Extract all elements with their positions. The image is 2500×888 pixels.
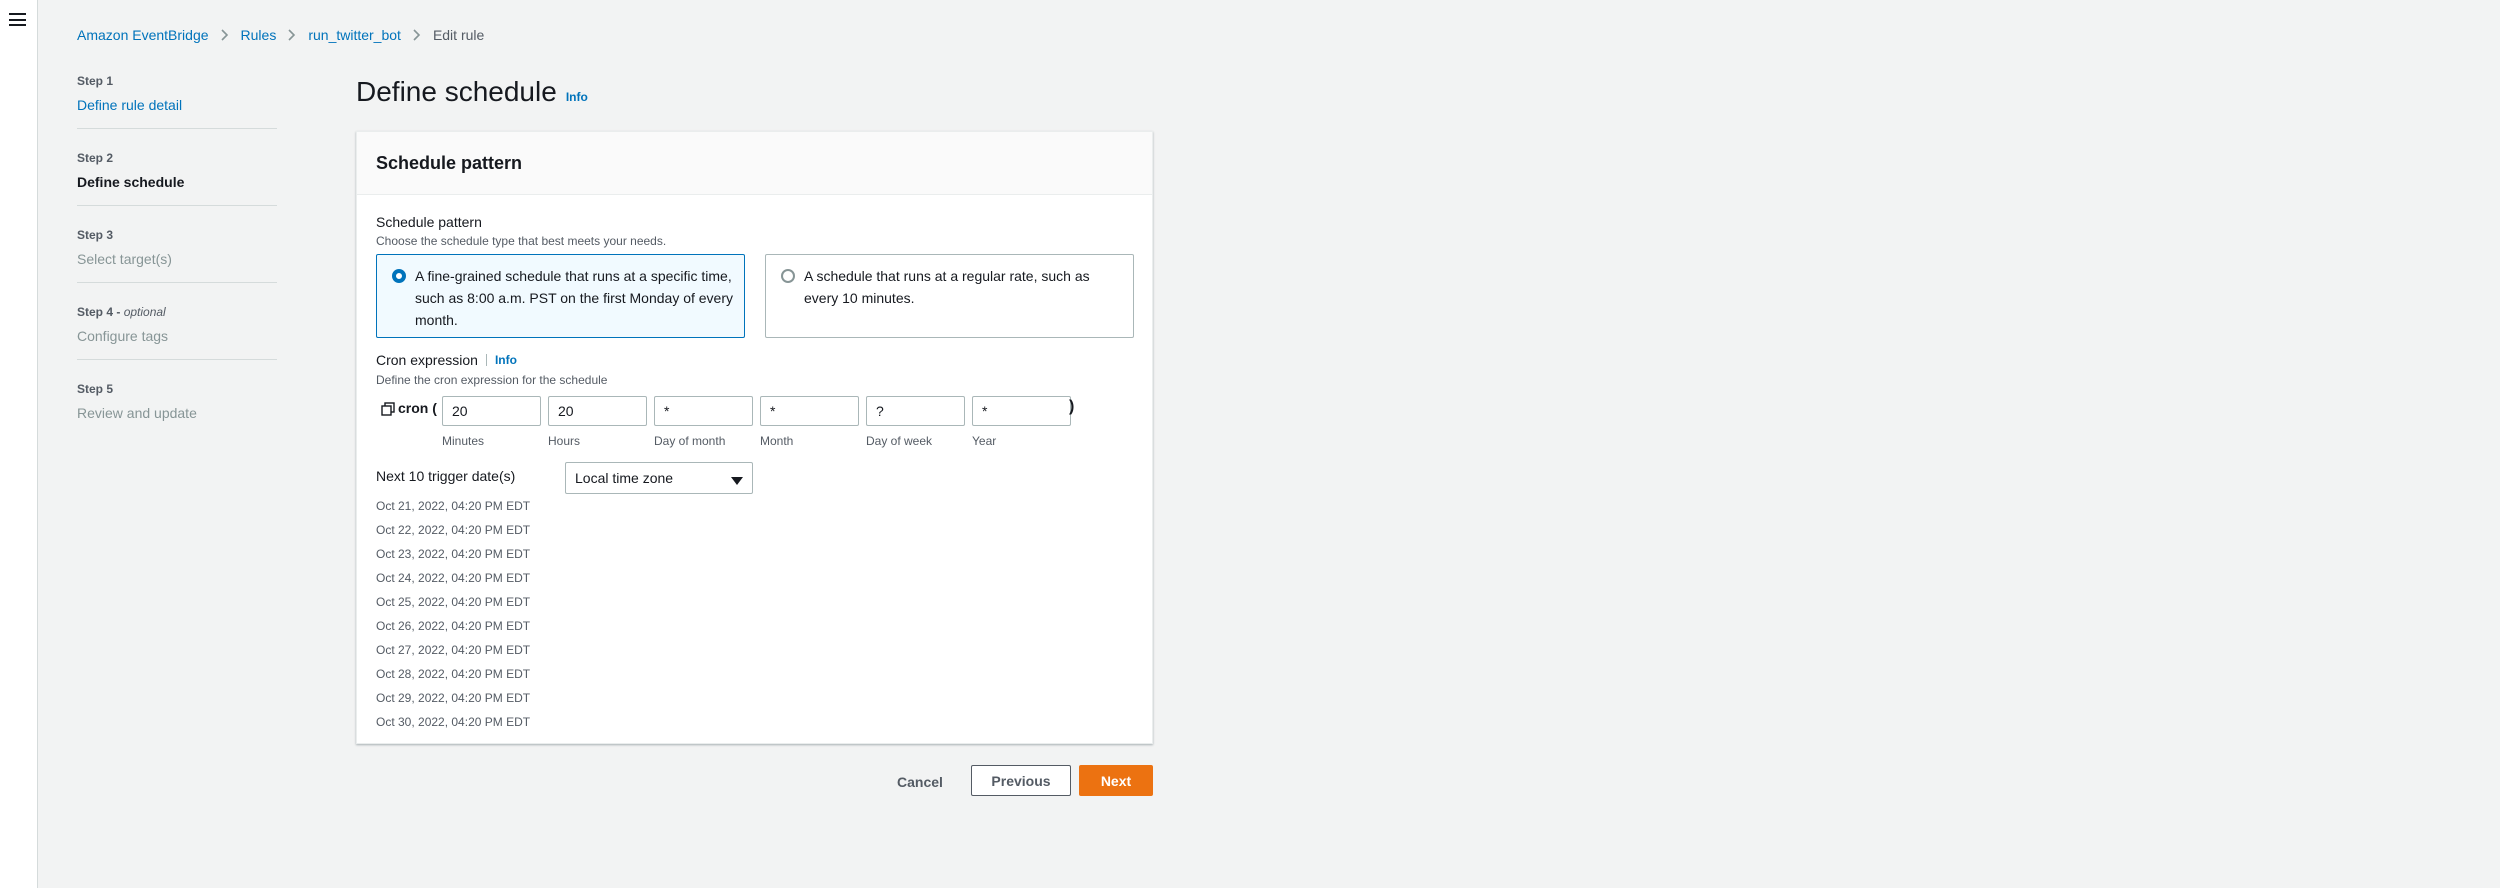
step-current-define-schedule: Define schedule xyxy=(77,174,185,190)
cron-info-link[interactable]: Info xyxy=(495,353,517,367)
cron-expression-label: Cron expression xyxy=(376,352,478,368)
cron-caption-year: Year xyxy=(972,434,997,448)
trigger-date: Oct 25, 2022, 04:20 PM EDT xyxy=(376,595,531,609)
trigger-date: Oct 22, 2022, 04:20 PM EDT xyxy=(376,523,531,537)
step-link-define-rule-detail[interactable]: Define rule detail xyxy=(77,97,277,113)
page-title: Define schedule Info xyxy=(356,74,588,110)
step-number: Step 1 xyxy=(77,74,114,88)
step-number: Step 2 xyxy=(77,151,114,165)
step-configure-tags: Configure tags xyxy=(77,328,169,344)
breadcrumb: Amazon EventBridge Rules run_twitter_bot… xyxy=(77,27,484,43)
breadcrumb-eventbridge[interactable]: Amazon EventBridge xyxy=(77,27,209,43)
schedule-pattern-description: Choose the schedule type that best meets… xyxy=(376,234,667,248)
chevron-right-icon xyxy=(413,29,421,41)
schedule-pattern-container: Schedule pattern Schedule pattern Choose… xyxy=(356,131,1153,744)
cancel-button[interactable]: Cancel xyxy=(897,772,943,792)
label-divider xyxy=(485,354,487,366)
cron-prefix: cron ( xyxy=(398,400,437,416)
copy-icon[interactable] xyxy=(381,402,395,421)
cron-suffix: ) xyxy=(1069,398,1075,415)
page-title-text: Define schedule xyxy=(356,76,557,107)
wizard-step-4: Step 4 - optional Configure tags xyxy=(77,305,277,380)
chevron-right-icon xyxy=(288,29,296,41)
step-divider xyxy=(77,128,277,129)
step-review-and-update: Review and update xyxy=(77,405,197,421)
step-divider xyxy=(77,282,277,283)
wizard-steps: Step 1 Define rule detail Step 2 Define … xyxy=(77,72,277,457)
radio-rate[interactable] xyxy=(781,269,795,283)
tile-fine-grained-schedule[interactable]: A fine-grained schedule that runs at a s… xyxy=(376,254,745,338)
chevron-right-icon xyxy=(220,29,229,41)
page-info-link[interactable]: Info xyxy=(566,79,588,115)
previous-button[interactable]: Previous xyxy=(971,765,1071,796)
timezone-select[interactable]: Local time zone xyxy=(565,462,753,494)
tile-rate-text: A schedule that runs at a regular rate, … xyxy=(804,268,1090,306)
cron-caption-day-of-week: Day of week xyxy=(866,434,933,448)
cron-expression-label-row: Cron expression Info xyxy=(376,352,517,368)
breadcrumb-rule-name[interactable]: run_twitter_bot xyxy=(308,27,401,43)
next-button[interactable]: Next xyxy=(1079,765,1153,796)
wizard-step-5: Step 5 Review and update xyxy=(77,382,277,457)
cron-minutes-input[interactable] xyxy=(442,396,541,426)
trigger-date: Oct 24, 2022, 04:20 PM EDT xyxy=(376,571,531,585)
side-navigation-strip xyxy=(0,0,38,888)
trigger-date: Oct 28, 2022, 04:20 PM EDT xyxy=(376,667,531,681)
cron-expression-description: Define the cron expression for the sched… xyxy=(376,373,608,387)
cron-hours-input[interactable] xyxy=(548,396,647,426)
tile-rate-schedule[interactable]: A schedule that runs at a regular rate, … xyxy=(765,254,1134,338)
hamburger-icon[interactable] xyxy=(9,13,26,26)
cron-caption-day-of-month: Day of month xyxy=(654,434,726,448)
radio-fine-grained[interactable] xyxy=(392,269,406,283)
cron-day-of-week-input[interactable] xyxy=(866,396,965,426)
cron-year-input[interactable] xyxy=(972,396,1071,426)
cron-caption-month: Month xyxy=(760,434,794,448)
breadcrumb-current: Edit rule xyxy=(432,27,485,43)
trigger-date: Oct 29, 2022, 04:20 PM EDT xyxy=(376,691,531,705)
step-number: Step 5 xyxy=(77,382,114,396)
cron-month-input[interactable] xyxy=(760,396,859,426)
cron-caption-minutes: Minutes xyxy=(442,434,485,448)
trigger-date: Oct 23, 2022, 04:20 PM EDT xyxy=(376,547,531,561)
trigger-date: Oct 30, 2022, 04:20 PM EDT xyxy=(376,715,531,729)
caret-down-icon xyxy=(731,473,743,489)
cron-caption-hours: Hours xyxy=(548,434,581,448)
cron-day-of-month-input[interactable] xyxy=(654,396,753,426)
step-divider xyxy=(77,359,277,360)
step-divider xyxy=(77,205,277,206)
trigger-date: Oct 26, 2022, 04:20 PM EDT xyxy=(376,619,531,633)
container-header: Schedule pattern xyxy=(357,132,1152,195)
trigger-date: Oct 21, 2022, 04:20 PM EDT xyxy=(376,499,531,513)
step-number: Step 3 xyxy=(77,228,114,242)
trigger-date-list: Oct 21, 2022, 04:20 PM EDT Oct 22, 2022,… xyxy=(376,494,530,734)
step-number: Step 4 - optional xyxy=(77,305,166,319)
trigger-date: Oct 27, 2022, 04:20 PM EDT xyxy=(376,643,531,657)
tile-fine-grained-text: A fine-grained schedule that runs at a s… xyxy=(415,268,734,328)
timezone-selected-value: Local time zone xyxy=(575,470,674,486)
wizard-step-1: Step 1 Define rule detail xyxy=(77,74,277,149)
wizard-step-3: Step 3 Select target(s) xyxy=(77,228,277,303)
next-trigger-dates-label: Next 10 trigger date(s) xyxy=(376,468,516,484)
wizard-step-2: Step 2 Define schedule xyxy=(77,151,277,226)
step-select-targets: Select target(s) xyxy=(77,251,172,267)
breadcrumb-rules[interactable]: Rules xyxy=(241,27,277,43)
schedule-pattern-label: Schedule pattern xyxy=(376,214,482,230)
